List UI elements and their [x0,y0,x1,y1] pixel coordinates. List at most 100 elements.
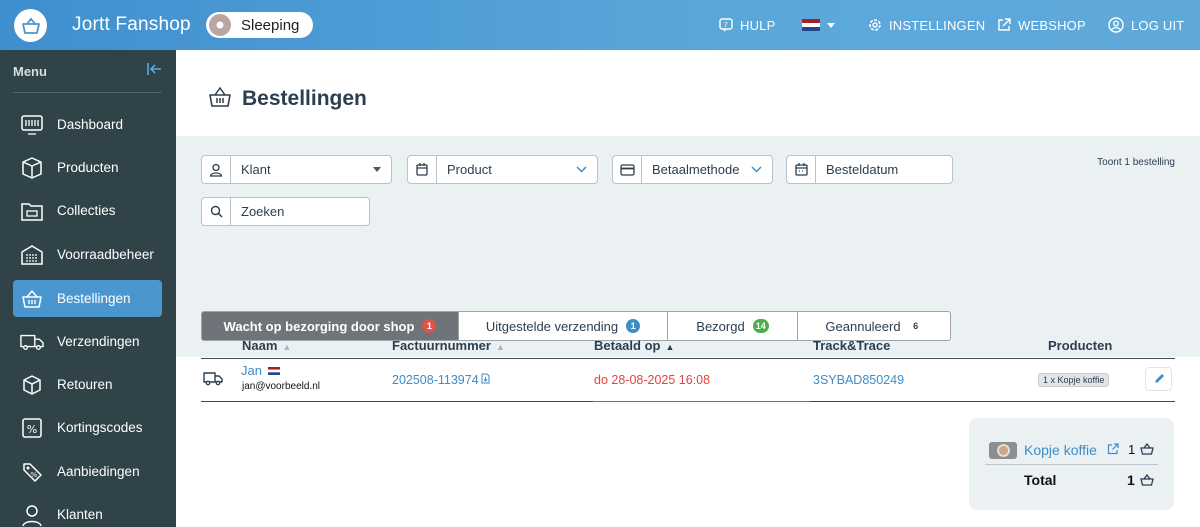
sidebar-item-label: Verzendingen [57,334,140,349]
invoice-link[interactable]: 202508-113974 [392,373,479,387]
person-icon [202,156,231,183]
truck-icon [203,372,223,386]
header-label: Track&Trace [813,338,891,353]
sidebar-item-label: Klanten [57,507,103,522]
webshop-link[interactable]: WEBSHOP [997,0,1086,50]
sidebar-item-offers[interactable]: % Aanbiedingen [13,453,162,490]
count-badge: 1 [422,319,437,333]
moon-icon [209,14,231,36]
main-content: Bestellingen Klant Product Betaalmethode… [176,50,1200,527]
track-trace-link[interactable]: 3SYBAD850249 [813,373,904,387]
order-date-placeholder: Besteldatum [826,162,899,177]
box-icon [20,156,44,179]
overdue-underline [593,401,810,402]
tab-awaiting-delivery[interactable]: Wacht op bezorging door shop 1 [202,312,459,340]
document-download-icon[interactable] [481,373,490,384]
summary-product-link[interactable]: Kopje koffie [1024,442,1097,458]
sidebar-item-returns[interactable]: Retouren [13,366,162,403]
column-header-paid-on[interactable]: Betaald op ▲ [594,338,674,353]
header-label: Naam [242,338,278,353]
flag-nl-icon [802,19,820,31]
sidebar-item-label: Collecties [57,203,116,218]
tab-cancelled[interactable]: Geannuleerd 6 [798,312,950,340]
pencil-icon [1154,374,1164,383]
header-label: Betaald op [594,338,661,353]
logo[interactable] [14,9,47,42]
customer-filter[interactable]: Klant [201,155,392,184]
count-badge: 14 [752,319,769,333]
basket-icon [1140,443,1154,455]
settings-label: INSTELLINGEN [889,17,986,33]
user-circle-icon [1108,17,1124,33]
order-date-filter[interactable]: Besteldatum [786,155,953,184]
product-summary-card: Kopje koffie 1 Total 1 [969,418,1174,510]
sidebar-item-inventory[interactable]: Voorraadbeheer [13,236,162,273]
chevron-down-icon [751,166,762,173]
sidebar-item-dashboard[interactable]: Dashboard [13,106,162,143]
folder-icon [20,201,44,221]
svg-text:?: ? [724,21,728,29]
sidebar-item-customers[interactable]: Klanten [13,496,162,527]
calendar-icon [787,156,816,183]
language-select[interactable] [802,0,842,50]
external-link-icon[interactable] [1107,443,1119,455]
credit-card-icon [613,156,642,183]
tab-delivered[interactable]: Bezorgd 14 [668,312,798,340]
basket-icon [20,289,44,309]
product-thumbnail [989,442,1017,459]
column-header-invoice[interactable]: Factuurnummer ▲ [392,338,505,353]
help-link[interactable]: ? HULP [719,0,775,50]
page-header: Bestellingen [176,50,1200,136]
order-status-tabs: Wacht op bezorging door shop 1 Uitgestel… [201,311,951,341]
svg-text:%: % [31,471,38,479]
search-input[interactable]: Zoeken [201,197,370,226]
result-count: Toont 1 bestelling [1097,157,1175,168]
count-badge: 6 [908,319,923,333]
column-header-track: Track&Trace [813,338,890,353]
logout-link[interactable]: LOG UIT [1108,0,1184,50]
sidebar-item-collections[interactable]: Collecties [13,192,162,229]
search-placeholder: Zoeken [241,204,285,219]
menu-divider [13,92,162,93]
header-label: Factuurnummer [392,338,491,353]
tab-label: Geannuleerd [825,318,901,334]
settings-link[interactable]: INSTELLINGEN [868,0,985,50]
logout-label: LOG UIT [1131,17,1185,33]
sort-icon: ▲ [495,342,505,352]
sidebar-item-discount-codes[interactable]: % Kortingscodes [13,409,162,446]
tab-label: Wacht op bezorging door shop [223,318,415,334]
status-label: Sleeping [241,16,300,34]
status-toggle[interactable]: Sleeping [206,12,313,38]
help-label: HULP [740,17,776,33]
svg-text:%: % [27,423,37,436]
customer-filter-label: Klant [241,162,271,177]
edit-order-button[interactable] [1145,367,1172,391]
percent-icon: % [20,417,44,439]
tab-postponed-shipping[interactable]: Uitgestelde verzending 1 [459,312,668,340]
help-icon: ? [719,18,733,32]
sidebar-item-products[interactable]: Producten [13,149,162,186]
product-filter[interactable]: Product [407,155,598,184]
gear-icon [869,19,881,31]
tag-icon: % [20,461,44,483]
sort-icon: ▲ [282,342,292,352]
customer-email: jan@voorbeeld.nl [242,381,320,392]
tab-label: Bezorgd [696,318,745,334]
sidebar-item-label: Kortingscodes [57,420,143,435]
paid-on-date: do 28-08-2025 16:08 [594,373,711,387]
warehouse-icon [20,244,44,265]
collapse-sidebar-button[interactable] [146,62,162,81]
sidebar-item-label: Voorraadbeheer [57,247,154,262]
table-header-divider [201,358,1175,359]
sidebar: Menu Dashboard Producten Collecties Voor… [0,50,176,527]
caret-down-icon [827,22,835,28]
sidebar-item-orders[interactable]: Bestellingen [13,280,162,317]
column-header-name[interactable]: Naam ▲ [242,338,291,353]
payment-method-filter[interactable]: Betaalmethode [612,155,773,184]
menu-heading: Menu [13,64,47,79]
truck-icon [20,332,44,352]
top-bar: Jortt Fanshop Sleeping ? HULP INSTELLING… [0,0,1200,50]
column-header-products: Producten [1048,338,1112,353]
customer-name-link[interactable]: Jan [241,363,262,378]
sidebar-item-shipments[interactable]: Verzendingen [13,323,162,360]
